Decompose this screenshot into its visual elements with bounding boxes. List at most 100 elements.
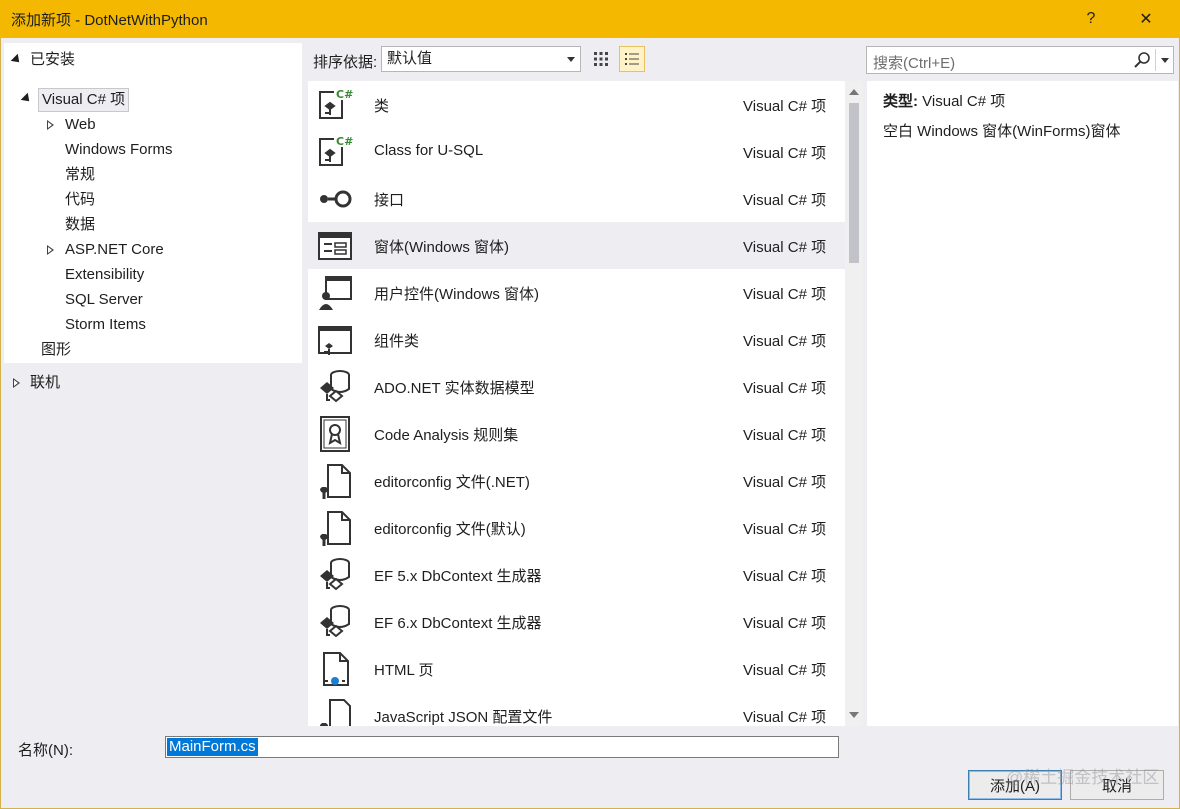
tree-node-label: Web	[65, 116, 96, 133]
config-file-icon	[316, 509, 354, 547]
json-config-icon	[316, 697, 354, 726]
detail-type-label: 类型:	[883, 93, 918, 110]
template-name: JavaScript JSON 配置文件	[374, 709, 553, 726]
tree-node-data[interactable]: 数据	[65, 213, 95, 237]
svg-text:C#: C#	[336, 88, 353, 101]
template-type: Visual C# 项	[743, 192, 827, 209]
interface-icon	[316, 180, 354, 218]
template-name: Class for U-SQL	[374, 142, 484, 159]
cancel-button[interactable]: 取消	[1070, 770, 1164, 800]
template-type: Visual C# 项	[743, 333, 827, 350]
template-name: 接口	[374, 192, 405, 209]
template-name: EF 6.x DbContext 生成器	[374, 615, 542, 632]
category-tree: 已安装 Visual C# 项 Web Windows Forms 常规 代码 …	[4, 43, 302, 363]
sort-dropdown[interactable]: 默认值	[381, 46, 581, 72]
sort-value: 默认值	[387, 50, 433, 67]
svg-text:C#: C#	[336, 135, 353, 148]
template-row[interactable]: EF 6.x DbContext 生成器 Visual C# 项	[308, 598, 845, 645]
html-page-icon	[316, 650, 354, 688]
template-name: 用户控件(Windows 窗体)	[374, 286, 540, 303]
config-file-icon	[316, 462, 354, 500]
tree-node-code[interactable]: 代码	[65, 188, 95, 212]
search-icon[interactable]	[1133, 51, 1151, 69]
template-name: editorconfig 文件(默认)	[374, 521, 526, 538]
collapsed-arrow-icon[interactable]	[44, 238, 56, 262]
sort-label: 排序依据:	[313, 54, 378, 71]
template-name: Code Analysis 规则集	[374, 427, 519, 444]
template-name: HTML 页	[374, 662, 434, 679]
template-row[interactable]: C# 类 Visual C# 项	[308, 81, 845, 128]
template-name: 类	[374, 98, 390, 115]
template-row[interactable]: HTML 页 Visual C# 项	[308, 645, 845, 692]
tree-node-label: ASP.NET Core	[65, 241, 164, 258]
template-type: Visual C# 项	[743, 427, 827, 444]
list-view-button[interactable]	[619, 46, 645, 72]
title-bar: 添加新项 - DotNetWithPython ? ✕	[0, 0, 1180, 38]
tree-node-extensibility[interactable]: Extensibility	[65, 263, 144, 287]
tree-node-general[interactable]: 常规	[65, 163, 95, 187]
search-options-chevron-icon[interactable]	[1161, 58, 1169, 63]
name-input[interactable]: MainForm.cs	[165, 736, 839, 758]
expand-arrow-icon[interactable]	[10, 48, 23, 72]
template-type: Visual C# 项	[743, 239, 827, 256]
template-row[interactable]: editorconfig 文件(.NET) Visual C# 项	[308, 457, 845, 504]
form-icon	[316, 227, 354, 265]
tree-node-sql-server[interactable]: SQL Server	[65, 288, 143, 312]
template-type: Visual C# 项	[743, 145, 827, 162]
template-row[interactable]: editorconfig 文件(默认) Visual C# 项	[308, 504, 845, 551]
template-row[interactable]: 用户控件(Windows 窗体) Visual C# 项	[308, 269, 845, 316]
template-row[interactable]: 组件类 Visual C# 项	[308, 316, 845, 363]
template-row[interactable]: Code Analysis 规则集 Visual C# 项	[308, 410, 845, 457]
template-row[interactable]: JavaScript JSON 配置文件 Visual C# 项	[308, 692, 845, 726]
search-box[interactable]: 搜索(Ctrl+E)	[866, 46, 1174, 74]
add-new-item-dialog: 已安装 Visual C# 项 Web Windows Forms 常规 代码 …	[0, 38, 1180, 809]
detail-description: 空白 Windows 窗体(WinForms)窗体	[883, 123, 1121, 140]
template-type: Visual C# 项	[743, 286, 827, 303]
user-control-icon	[316, 274, 354, 312]
template-name: 窗体(Windows 窗体)	[374, 239, 510, 256]
search-input[interactable]: 搜索(Ctrl+E)	[873, 52, 955, 73]
template-row[interactable]: EF 5.x DbContext 生成器 Visual C# 项	[308, 551, 845, 598]
detail-pane: 类型: Visual C# 项 空白 Windows 窗体(WinForms)窗…	[867, 81, 1178, 726]
collapsed-arrow-icon[interactable]	[10, 371, 22, 395]
add-button[interactable]: 添加(A)	[968, 770, 1062, 800]
scroll-down-arrow-icon[interactable]	[849, 712, 859, 718]
collapsed-arrow-icon[interactable]	[44, 113, 56, 137]
list-scrollbar[interactable]	[845, 81, 863, 726]
scrollbar-thumb[interactable]	[849, 103, 859, 263]
template-type: Visual C# 项	[743, 98, 827, 115]
list-view-icon	[625, 53, 639, 65]
tree-node-label: 联机	[30, 374, 61, 391]
close-button[interactable]: ✕	[1130, 4, 1162, 34]
name-label: 名称(N):	[18, 742, 73, 759]
entity-model-icon	[316, 368, 354, 406]
tree-node-windows-forms[interactable]: Windows Forms	[65, 138, 173, 162]
detail-type: 类型: Visual C# 项	[883, 90, 1005, 111]
template-type: Visual C# 项	[743, 380, 827, 397]
chevron-down-icon	[567, 57, 575, 62]
template-type: Visual C# 项	[743, 709, 827, 726]
template-name: editorconfig 文件(.NET)	[374, 474, 530, 491]
window-title: 添加新项 - DotNetWithPython	[11, 12, 208, 29]
template-row[interactable]: 窗体(Windows 窗体) Visual C# 项	[308, 222, 845, 269]
tree-node-label: Visual C# 项	[38, 88, 130, 112]
grid-view-button[interactable]	[588, 46, 614, 72]
template-row[interactable]: C# Class for U-SQL Visual C# 项	[308, 128, 845, 175]
search-divider	[1155, 49, 1156, 71]
tree-node-label: 已安装	[30, 51, 76, 68]
template-row[interactable]: ADO.NET 实体数据模型 Visual C# 项	[308, 363, 845, 410]
class-icon: C#	[316, 133, 354, 171]
template-type: Visual C# 项	[743, 615, 827, 632]
help-button[interactable]: ?	[1075, 4, 1107, 34]
entity-model-icon	[316, 556, 354, 594]
template-name: 组件类	[374, 333, 420, 350]
scroll-up-arrow-icon[interactable]	[849, 89, 859, 95]
tree-node-storm-items[interactable]: Storm Items	[65, 313, 146, 337]
template-row[interactable]: 接口 Visual C# 项	[308, 175, 845, 222]
expand-arrow-icon[interactable]	[20, 87, 33, 111]
template-name: EF 5.x DbContext 生成器	[374, 568, 542, 585]
name-input-value[interactable]: MainForm.cs	[167, 738, 258, 756]
tree-node-graphics[interactable]: 图形	[41, 338, 71, 362]
class-icon: C#	[316, 86, 354, 124]
template-type: Visual C# 项	[743, 474, 827, 491]
